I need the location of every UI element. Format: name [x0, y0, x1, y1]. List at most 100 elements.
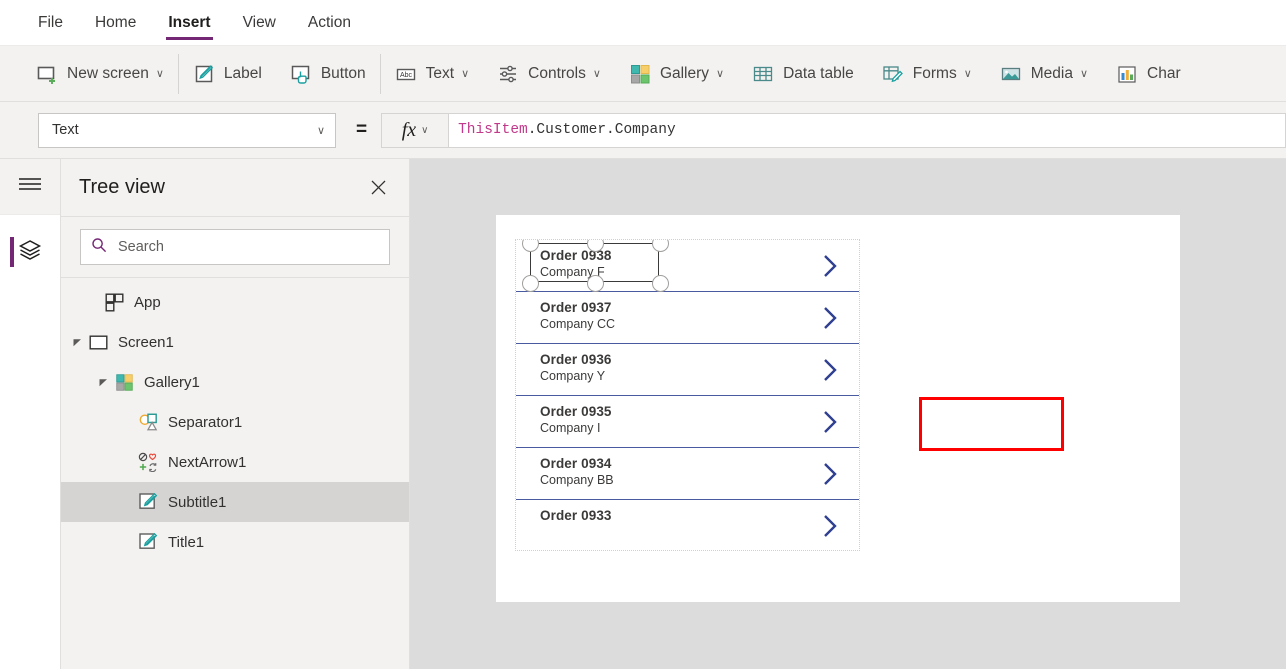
chevron-right-icon[interactable]	[822, 357, 839, 388]
tree-node-label: Title1	[168, 533, 205, 551]
twisty-placeholder	[85, 294, 101, 310]
gallery-row[interactable]: Order 0934 Company BB	[516, 448, 859, 500]
tree-node-subtitle1[interactable]: Subtitle1	[61, 482, 409, 522]
app-screen-preview[interactable]: Order 0938 Company F Order 0937 Company …	[496, 215, 1180, 602]
tree-node-label: NextArrow1	[168, 453, 247, 471]
search-box[interactable]	[80, 229, 390, 265]
chevron-right-icon[interactable]	[822, 305, 839, 336]
controls-icon	[497, 63, 519, 85]
tree-view-title: Tree view	[79, 176, 165, 198]
search-input[interactable]	[116, 238, 379, 256]
new-screen-button[interactable]: New screen ∨	[22, 46, 178, 101]
resize-handle-top-center[interactable]	[587, 240, 604, 252]
charts-button[interactable]: Char	[1102, 46, 1195, 101]
gallery-row[interactable]: Order 0937 Company CC	[516, 292, 859, 344]
twisty-expanded-icon[interactable]	[69, 334, 85, 350]
gallery-row[interactable]: Order 0936 Company Y	[516, 344, 859, 396]
tree-node-gallery1[interactable]: Gallery1	[61, 362, 409, 402]
tree-view-header: Tree view	[61, 159, 409, 217]
property-selector-value: Text	[52, 122, 79, 138]
label-icon	[193, 63, 215, 85]
chevron-down-icon[interactable]: ∨	[593, 69, 601, 80]
hamburger-button[interactable]	[0, 159, 60, 215]
chevron-right-icon[interactable]	[822, 253, 839, 284]
gallery-row-title[interactable]: Order 0936	[540, 352, 612, 367]
gallery-row-title[interactable]: Order 0933	[540, 508, 612, 523]
gallery-row-title[interactable]: Order 0937	[540, 300, 612, 315]
forms-icon	[882, 63, 904, 85]
resize-handle-top-left[interactable]	[522, 240, 539, 252]
twisty-expanded-icon[interactable]	[95, 374, 111, 390]
gallery-row[interactable]: Order 0935 Company I	[516, 396, 859, 448]
chevron-down-icon[interactable]: ∨	[964, 69, 972, 80]
tree-node-separator1[interactable]: Separator1	[61, 402, 409, 442]
gallery-row-title[interactable]: Order 0935	[540, 404, 612, 419]
resize-handle-bottom-left[interactable]	[522, 275, 539, 292]
rail-item-tree-view[interactable]	[0, 215, 60, 289]
menu-item-file[interactable]: File	[36, 3, 65, 42]
gallery-row-subtitle[interactable]: Company CC	[540, 317, 615, 331]
resize-handle-bottom-center[interactable]	[587, 275, 604, 292]
label-button[interactable]: Label	[179, 46, 276, 101]
forms-button[interactable]: Forms ∨	[868, 46, 986, 101]
gallery-row[interactable]: Order 0938 Company F	[516, 240, 859, 292]
gallery-row-subtitle[interactable]: Company I	[540, 421, 600, 435]
menu-item-home[interactable]: Home	[93, 3, 138, 42]
menu-item-view[interactable]: View	[241, 3, 278, 42]
media-button[interactable]: Media ∨	[986, 46, 1102, 101]
formula-bar: Text ∨ = fx ∨ ThisItem .Customer.Company	[0, 102, 1286, 159]
tree-node-nextarrow1[interactable]: NextArrow1	[61, 442, 409, 482]
chevron-down-icon[interactable]: ∨	[716, 69, 724, 80]
forms-label: Forms	[912, 64, 957, 82]
tree-node-label: Screen1	[118, 333, 174, 351]
tree-node-label: Subtitle1	[168, 493, 227, 511]
app-icon	[103, 291, 125, 313]
chevron-down-icon[interactable]: ∨	[1080, 69, 1088, 80]
new-screen-label: New screen	[67, 64, 149, 82]
data-table-button[interactable]: Data table	[738, 46, 868, 101]
button-button[interactable]: Button	[276, 46, 380, 101]
chevron-right-icon[interactable]	[822, 513, 839, 544]
app-canvas: Order 0938 Company F Order 0937 Company …	[410, 159, 1286, 669]
formula-input[interactable]: ThisItem .Customer.Company	[449, 112, 1286, 148]
button-label: Button	[320, 64, 366, 82]
resize-handle-top-right[interactable]	[652, 240, 669, 252]
resize-handle-bottom-right[interactable]	[652, 275, 669, 292]
gallery-control[interactable]: Order 0938 Company F Order 0937 Company …	[515, 239, 860, 551]
formula-token-members: .Customer.Company	[527, 122, 676, 138]
menu-item-insert[interactable]: Insert	[166, 3, 213, 42]
gallery-row[interactable]: Order 0933	[516, 500, 859, 550]
gallery-row-subtitle[interactable]: Company Y	[540, 369, 605, 383]
tree-node-screen1[interactable]: Screen1	[61, 322, 409, 362]
chevron-right-icon[interactable]	[822, 461, 839, 492]
tree-node-app[interactable]: App	[61, 282, 409, 322]
insert-ribbon: New screen ∨ Label Button Abc Text ∨ Con…	[0, 46, 1286, 102]
charts-label: Char	[1147, 64, 1181, 82]
chevron-down-icon[interactable]: ∨	[461, 69, 469, 80]
icons-icon	[137, 451, 159, 473]
fx-button[interactable]: fx ∨	[381, 112, 450, 148]
gallery-row-title[interactable]: Order 0934	[540, 456, 612, 471]
controls-button[interactable]: Controls ∨	[483, 46, 615, 101]
close-icon[interactable]	[365, 175, 391, 201]
tree-node-title1[interactable]: Title1	[61, 522, 409, 562]
property-selector[interactable]: Text ∨	[38, 112, 336, 148]
gallery-icon	[113, 371, 135, 393]
menu-item-action[interactable]: Action	[306, 3, 353, 42]
gallery-row-subtitle[interactable]: Company BB	[540, 473, 614, 487]
tree-node-label: Separator1	[168, 413, 243, 431]
text-icon: Abc	[395, 63, 417, 85]
screen-icon	[87, 331, 109, 353]
svg-text:Abc: Abc	[400, 72, 413, 79]
chevron-down-icon[interactable]: ∨	[317, 124, 325, 137]
chevron-down-icon[interactable]: ∨	[156, 69, 164, 80]
tree-view-panel: Tree view App	[60, 159, 410, 669]
text-button[interactable]: Abc Text ∨	[381, 46, 484, 101]
gallery-button[interactable]: Gallery ∨	[615, 46, 738, 101]
chevron-right-icon[interactable]	[822, 409, 839, 440]
media-icon	[1000, 63, 1022, 85]
tree-search-container	[61, 217, 409, 278]
gallery-icon	[629, 63, 651, 85]
chevron-down-icon[interactable]: ∨	[421, 125, 428, 136]
shapes-icon	[137, 411, 159, 433]
